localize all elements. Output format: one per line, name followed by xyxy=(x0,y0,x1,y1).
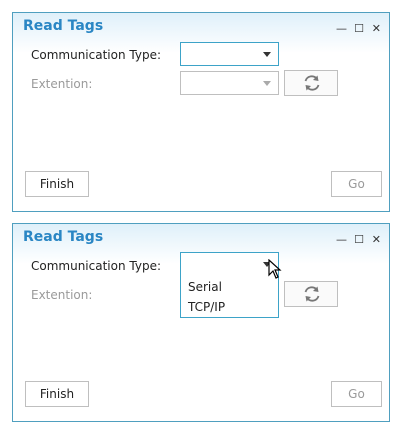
refresh-icon xyxy=(304,286,320,302)
communication-type-label: Communication Type: xyxy=(31,48,162,62)
communication-type-label: Communication Type: xyxy=(31,259,162,273)
extention-combobox[interactable] xyxy=(180,71,279,95)
chevron-down-icon[interactable] xyxy=(263,81,271,86)
dialog-title: Read Tags xyxy=(23,18,104,34)
maximize-icon[interactable]: ☐ xyxy=(354,23,364,34)
finish-button[interactable]: Finish xyxy=(25,171,89,197)
dropdown-option-serial[interactable]: Serial xyxy=(188,280,222,294)
chevron-down-icon[interactable] xyxy=(263,52,271,57)
dialog-title: Read Tags xyxy=(23,229,104,245)
close-icon[interactable]: ✕ xyxy=(372,23,381,34)
communication-type-combobox[interactable] xyxy=(180,252,279,276)
refresh-button[interactable] xyxy=(284,281,338,307)
minimize-icon[interactable]: — xyxy=(336,23,347,34)
read-tags-dialog-2: Read Tags — ☐ ✕ Communication Type: Exte… xyxy=(12,223,390,422)
read-tags-dialog-1: Read Tags — ☐ ✕ Communication Type: Exte… xyxy=(12,12,390,212)
refresh-button[interactable] xyxy=(284,70,338,96)
maximize-icon[interactable]: ☐ xyxy=(354,234,364,245)
finish-button[interactable]: Finish xyxy=(25,381,89,407)
extention-label: Extention: xyxy=(31,288,93,302)
dropdown-option-tcp-ip[interactable]: TCP/IP xyxy=(188,300,225,314)
go-button[interactable]: Go xyxy=(331,171,382,197)
extention-label: Extention: xyxy=(31,77,93,91)
communication-type-combobox[interactable] xyxy=(180,42,279,66)
minimize-icon[interactable]: — xyxy=(336,234,347,245)
communication-type-dropdown-list: Serial TCP/IP xyxy=(180,275,279,318)
go-button[interactable]: Go xyxy=(331,381,382,407)
close-icon[interactable]: ✕ xyxy=(372,234,381,245)
refresh-icon xyxy=(304,75,320,91)
mouse-pointer-icon xyxy=(268,259,282,279)
